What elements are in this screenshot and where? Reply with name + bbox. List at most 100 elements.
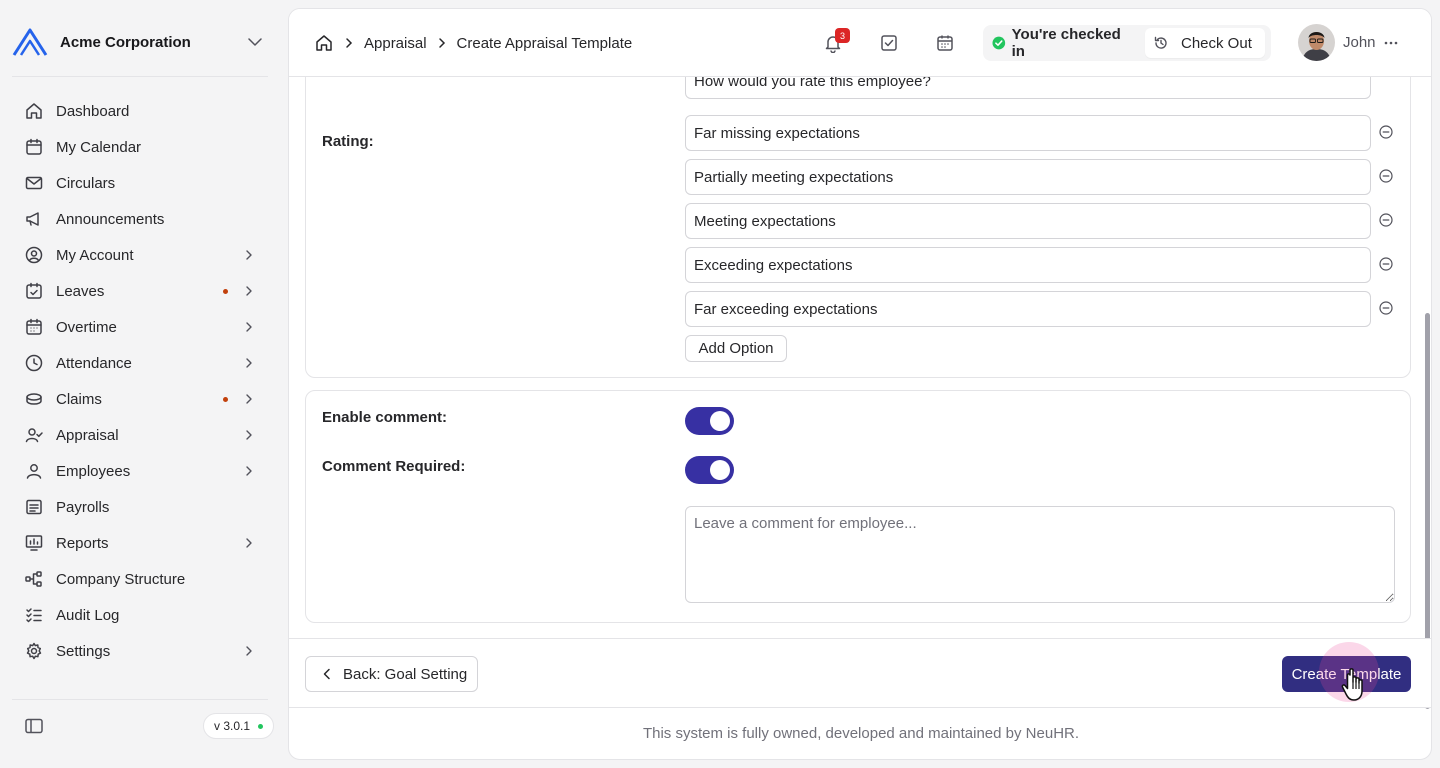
sidebar-item-label: Leaves <box>56 282 105 300</box>
chevron-right-icon <box>246 286 252 296</box>
sidebar: Acme Corporation Dashboard My Calendar Cir… <box>0 0 280 768</box>
version-text: v 3.0.1 <box>214 719 251 733</box>
chevron-right-icon <box>346 38 353 48</box>
sidebar-item-label: My Calendar <box>56 138 142 156</box>
remove-option-icon[interactable] <box>1378 212 1394 228</box>
list-check-icon <box>26 608 42 623</box>
sidebar-item-attendance[interactable]: Attendance <box>12 345 268 381</box>
breadcrumb: Appraisal Create Appraisal Template <box>314 33 632 53</box>
back-goal-setting-button[interactable]: Back: Goal Setting <box>305 656 478 692</box>
comment-textarea[interactable] <box>685 506 1395 603</box>
sidebar-divider <box>12 76 268 77</box>
chevron-right-icon <box>246 394 252 404</box>
clock-icon <box>25 354 43 372</box>
check-out-button[interactable]: Check Out <box>1145 28 1265 58</box>
remove-option-icon[interactable] <box>1378 124 1394 140</box>
sidebar-item-label: Employees <box>56 462 131 480</box>
org-name: Acme Corporation <box>60 33 191 51</box>
sidebar-item-employees[interactable]: Employees <box>12 453 268 489</box>
chevron-right-icon <box>246 538 252 548</box>
copyright-text: This system is fully owned, developed an… <box>642 725 1080 742</box>
comment-settings-card: Enable comment: Comment Required: <box>305 390 1411 623</box>
remove-option-icon[interactable] <box>1378 256 1394 272</box>
toggle-knob <box>710 411 730 431</box>
sidebar-divider <box>12 699 268 700</box>
sidebar-nav: Dashboard My Calendar Circulars Announcemen… <box>12 93 268 669</box>
sidebar-item-label: Reports <box>56 534 109 552</box>
chevron-right-icon <box>438 38 445 48</box>
calendar-check-icon <box>26 282 42 299</box>
sidebar-item-company-structure[interactable]: Company Structure <box>12 561 268 597</box>
megaphone-icon <box>26 212 39 226</box>
receipt-icon <box>26 499 42 515</box>
sidebar-item-dashboard[interactable]: Dashboard <box>12 93 268 129</box>
hierarchy-icon <box>25 571 42 587</box>
sidebar-item-claims[interactable]: Claims <box>12 381 268 417</box>
sidebar-item-label: Circulars <box>56 174 116 192</box>
sidebar-item-label: Attendance <box>56 354 132 372</box>
sidebar-item-label: Claims <box>56 390 102 408</box>
alert-dot <box>223 396 228 402</box>
more-horizontal-icon[interactable] <box>1382 34 1400 52</box>
back-button-label: Back: Goal Setting <box>343 665 468 683</box>
user-check-icon <box>25 428 43 443</box>
rating-option-input[interactable] <box>685 159 1371 195</box>
sidebar-item-payrolls[interactable]: Payrolls <box>12 489 268 525</box>
sidebar-item-leaves[interactable]: Leaves <box>12 273 268 309</box>
sidebar-item-label: Company Structure <box>56 570 186 588</box>
user-circle-icon <box>25 246 43 264</box>
sidebar-item-my-account[interactable]: My Account <box>12 237 268 273</box>
org-switcher[interactable]: Acme Corporation <box>12 24 268 60</box>
status-dot <box>258 723 264 729</box>
remove-option-icon[interactable] <box>1378 168 1394 184</box>
rating-option-input[interactable] <box>685 115 1371 151</box>
check-circle-icon <box>992 36 1006 50</box>
notification-badge: 3 <box>835 28 850 43</box>
breadcrumb-current: Create Appraisal Template <box>456 34 633 52</box>
sidebar-item-announcements[interactable]: Announcements <box>12 201 268 237</box>
calendar-clock-icon <box>26 318 42 335</box>
sidebar-item-label: Dashboard <box>56 102 130 120</box>
chevron-right-icon <box>246 322 252 332</box>
calendar-icon <box>26 138 42 155</box>
sidebar-toggle-icon[interactable] <box>24 716 44 736</box>
enable-comment-toggle[interactable] <box>685 407 734 435</box>
sidebar-item-overtime[interactable]: Overtime <box>12 309 268 345</box>
sidebar-item-settings[interactable]: Settings <box>12 633 268 669</box>
main-panel: Appraisal Create Appraisal Template 3 Yo… <box>288 8 1432 760</box>
coins-icon <box>26 393 42 405</box>
calendar-icon[interactable] <box>935 33 955 53</box>
create-template-button[interactable]: Create Template <box>1282 656 1411 692</box>
sidebar-item-circulars[interactable]: Circulars <box>12 165 268 201</box>
sidebar-item-reports[interactable]: Reports <box>12 525 268 561</box>
checkin-panel: You're checked in Check Out <box>983 25 1271 61</box>
chevron-down-icon[interactable] <box>246 33 264 51</box>
home-icon <box>26 103 42 119</box>
home-icon[interactable] <box>314 33 334 53</box>
sidebar-item-label: Settings <box>56 642 111 660</box>
breadcrumb-appraisal[interactable]: Appraisal <box>364 35 427 52</box>
rating-option-input[interactable] <box>685 247 1371 283</box>
rating-option-input[interactable] <box>685 203 1371 239</box>
chevron-right-icon <box>246 250 252 260</box>
comment-required-toggle[interactable] <box>685 456 734 484</box>
sidebar-item-appraisal[interactable]: Appraisal <box>12 417 268 453</box>
remove-option-icon[interactable] <box>1378 300 1394 316</box>
sidebar-item-label: My Account <box>56 246 134 264</box>
sidebar-item-audit-log[interactable]: Audit Log <box>12 597 268 633</box>
task-check-icon[interactable] <box>879 33 899 53</box>
chevron-right-icon <box>246 358 252 368</box>
alert-dot <box>223 288 228 294</box>
top-bar: Appraisal Create Appraisal Template 3 Yo… <box>289 9 1431 77</box>
user-icon <box>26 464 42 479</box>
sidebar-item-my-calendar[interactable]: My Calendar <box>12 129 268 165</box>
checkin-status-text: You're checked in <box>1011 26 1121 60</box>
avatar[interactable] <box>1298 24 1335 61</box>
add-option-button[interactable]: Add Option <box>685 335 787 362</box>
rating-option-input[interactable] <box>685 291 1371 327</box>
version-badge: v 3.0.1 <box>203 713 275 739</box>
company-logo-icon <box>12 28 48 56</box>
rating-label: Rating: <box>322 133 374 150</box>
user-name[interactable]: John <box>1343 34 1376 51</box>
chevron-left-icon <box>323 668 330 680</box>
